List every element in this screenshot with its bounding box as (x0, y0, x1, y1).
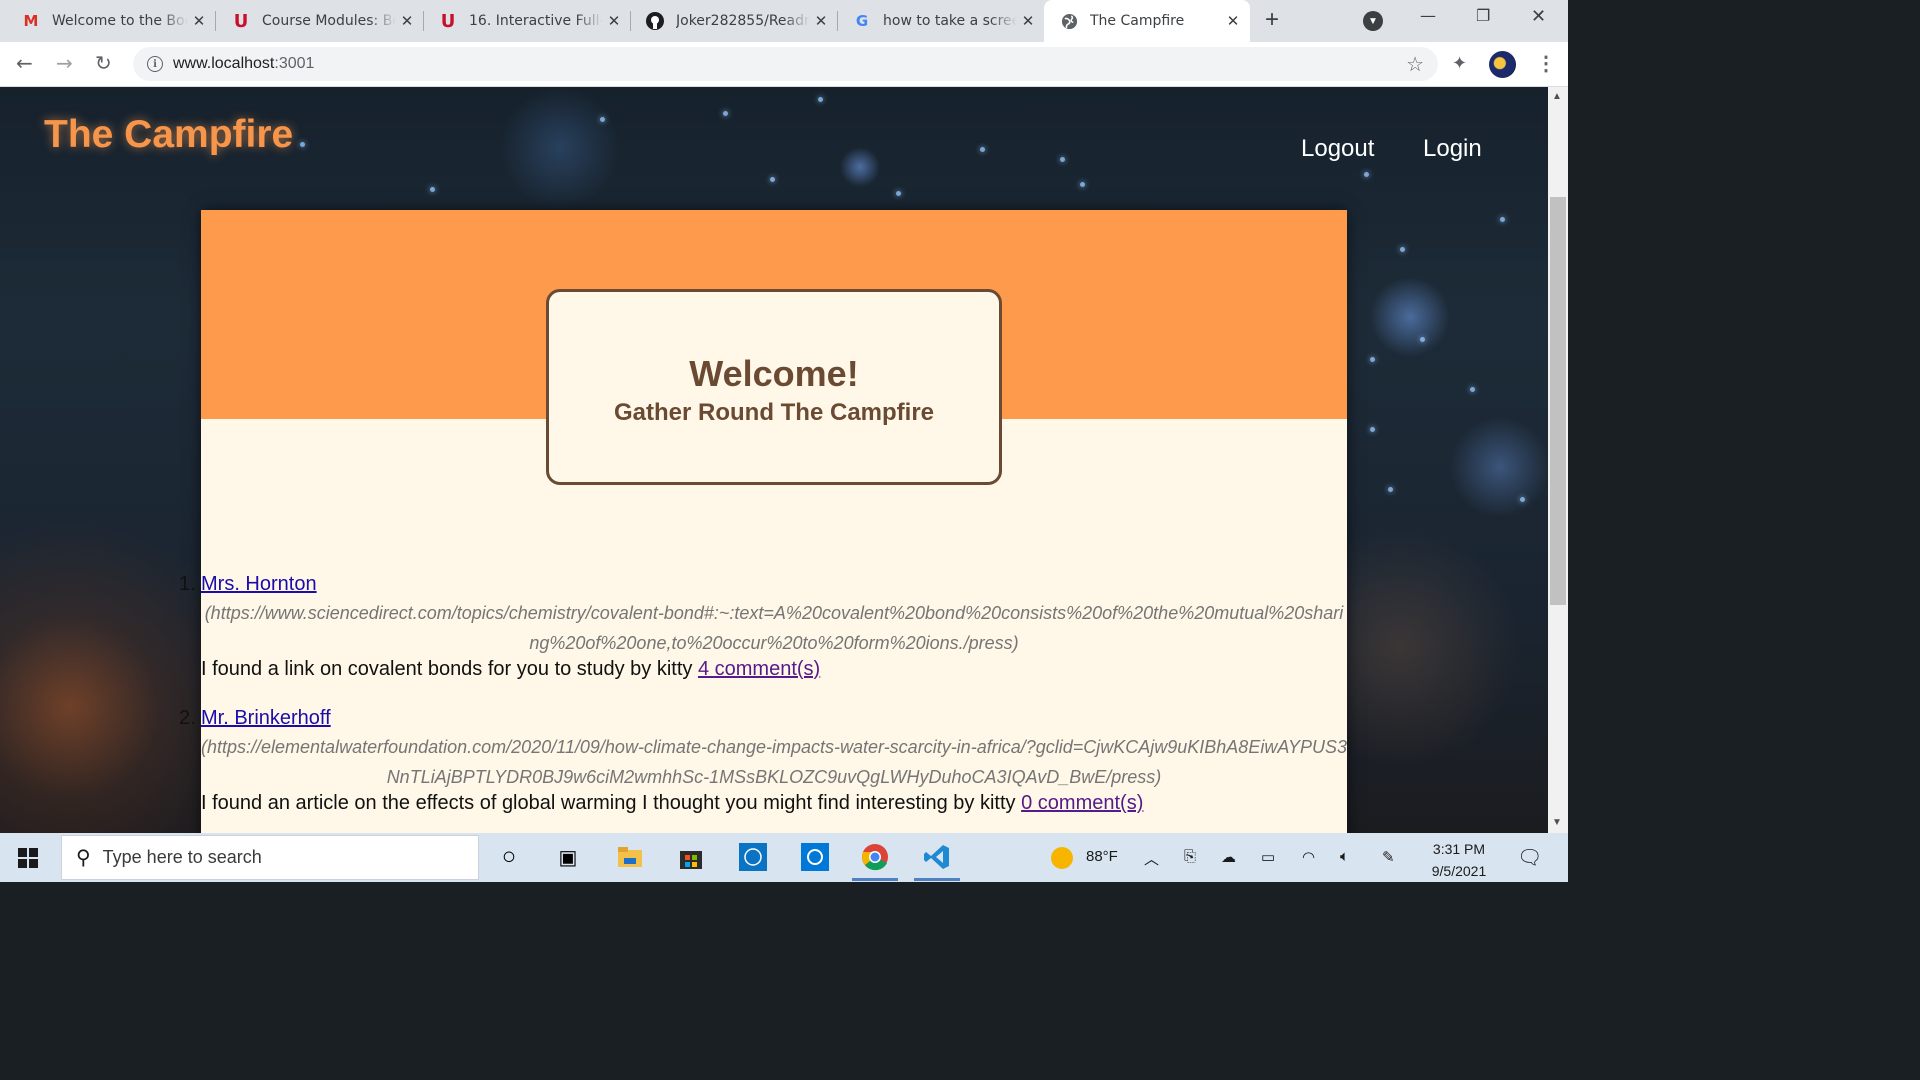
scroll-up-icon[interactable]: ▲ (1552, 91, 1562, 102)
list-item: 2. Mr. Brinkerhoff (https://elementalwat… (179, 707, 1348, 815)
address-bar[interactable]: i www.localhost:3001 ☆ (133, 47, 1438, 81)
restore-icon[interactable]: ❐ (1476, 6, 1490, 25)
utah-u-icon: U (440, 10, 456, 32)
profile-avatar[interactable] (1489, 51, 1516, 78)
comments-link[interactable]: 0 comment(s) (1021, 792, 1143, 814)
task-view-icon[interactable]: ▣ (553, 842, 583, 872)
meet-now-icon[interactable]: ⎘ (1184, 848, 1196, 865)
clock-date: 9/5/2021 (1431, 863, 1487, 879)
logout-link[interactable]: Logout (1301, 135, 1374, 163)
post-url: (https://elementalwaterfoundation.com/20… (201, 737, 1348, 787)
site-info-icon[interactable]: i (147, 56, 163, 72)
cortana-icon[interactable]: ○ (494, 842, 524, 872)
close-icon[interactable]: ✕ (603, 12, 625, 30)
tab-course-modules[interactable]: U Course Modules: Bootcamp ✕ (210, 0, 424, 42)
app-icon[interactable] (800, 842, 830, 872)
address-host: www.localhost (173, 55, 275, 72)
pen-icon[interactable]: ✎ (1382, 848, 1395, 866)
chrome-icon[interactable] (852, 842, 898, 881)
notifications-icon[interactable]: 🗨︎ (1517, 845, 1542, 870)
post-list: 1. Mrs. Hornton (https://www.sciencedire… (179, 573, 1348, 815)
window-close-icon[interactable]: ✕ (1531, 6, 1546, 27)
scrollbar-thumb[interactable] (1550, 197, 1566, 605)
tab-interactive-full-stack[interactable]: U 16. Interactive Full-Stack ✕ (417, 0, 631, 42)
windows-start-icon[interactable] (18, 848, 38, 868)
post-url: (https://www.sciencedirect.com/topics/ch… (204, 603, 1344, 653)
main-card: Welcome! Gather Round The Campfire 1. Mr… (179, 210, 1348, 833)
site-brand[interactable]: The Campfire (44, 113, 293, 157)
windows-taskbar: ⚲ Type here to search ○ ▣ 88°F ︿ ⎘ ☁ ▭ ◠… (0, 833, 1568, 882)
post-author-link[interactable]: Mr. Brinkerhoff (201, 707, 331, 729)
post-number: 2. (179, 707, 196, 729)
vscode-icon[interactable] (914, 842, 960, 881)
google-icon: G (855, 12, 869, 30)
tab-google-search[interactable]: G how to take a screenshot ✕ (831, 0, 1045, 42)
close-icon[interactable]: ✕ (1017, 12, 1039, 30)
tab-title: Course Modules: Bootcamp (262, 13, 396, 29)
microsoft-store-icon[interactable] (676, 842, 706, 872)
page-viewport: The Campfire Logout Login Welcome! Gathe… (0, 87, 1548, 833)
taskbar-search-box[interactable]: ⚲ Type here to search (61, 835, 479, 880)
close-icon[interactable]: ✕ (396, 12, 418, 30)
clock-time: 3:31 PM (1432, 841, 1486, 857)
search-icon: ⚲ (76, 847, 91, 869)
post-text: I found an article on the effects of glo… (201, 792, 1022, 814)
comments-link[interactable]: 4 comment(s) (698, 658, 820, 680)
page-scrollbar[interactable]: ▲ ▼ (1548, 87, 1568, 833)
address-port: :3001 (274, 55, 315, 72)
bookmark-star-icon[interactable]: ☆ (1406, 52, 1424, 77)
close-icon[interactable]: ✕ (1222, 12, 1244, 30)
tab-title: The Campfire (1090, 13, 1185, 29)
back-icon[interactable]: ← (16, 51, 33, 75)
show-hidden-icons-chevron-icon[interactable]: ︿ (1144, 848, 1159, 869)
weather-sun-icon[interactable] (1050, 846, 1074, 874)
list-item: 1. Mrs. Hornton (https://www.sciencedire… (179, 573, 1347, 681)
github-icon (646, 12, 664, 30)
menu-kebab-icon[interactable]: ⋮ (1536, 51, 1556, 76)
forward-icon[interactable]: → (56, 51, 73, 75)
wifi-icon[interactable]: ◠ (1302, 848, 1315, 866)
hero-subtitle: Gather Round The Campfire (613, 399, 935, 426)
dell-icon[interactable] (738, 842, 768, 872)
close-icon[interactable]: ✕ (810, 12, 832, 30)
volume-icon[interactable]: 🔈︎ (1340, 848, 1349, 865)
gmail-icon: M (23, 12, 39, 30)
tab-title: Joker282855/Readme (676, 13, 810, 29)
system-clock[interactable]: 3:31 PM 9/5/2021 (1424, 838, 1494, 882)
post-text: I found a link on covalent bonds for you… (201, 658, 698, 680)
battery-icon[interactable]: ▭ (1261, 848, 1275, 866)
extensions-puzzle-icon[interactable]: ✦ (1452, 53, 1467, 74)
close-icon[interactable]: ✕ (188, 12, 210, 30)
scroll-down-icon[interactable]: ▼ (1552, 817, 1562, 828)
tab-gmail[interactable]: M Welcome to the Bootcamp ✕ (0, 0, 216, 42)
welcome-box: Welcome! Gather Round The Campfire (546, 289, 1002, 485)
minimize-icon[interactable]: — (1420, 6, 1436, 25)
file-explorer-icon[interactable] (615, 842, 645, 872)
post-number: 1. (179, 573, 196, 595)
globe-icon (1060, 12, 1078, 30)
utah-u-icon: U (233, 10, 249, 32)
browser-tab-strip: M Welcome to the Bootcamp ✕ U Course Mod… (0, 0, 1568, 42)
tab-search-icon[interactable]: ▼ (1363, 11, 1383, 31)
login-link[interactable]: Login (1423, 135, 1482, 163)
tab-the-campfire[interactable]: The Campfire ✕ (1044, 0, 1250, 42)
post-author-link[interactable]: Mrs. Hornton (201, 573, 317, 595)
post-description: I found a link on covalent bonds for you… (201, 658, 1347, 681)
tab-title: 16. Interactive Full-Stack (469, 13, 603, 29)
tab-title: how to take a screenshot (883, 13, 1017, 29)
reload-icon[interactable]: ↻ (95, 51, 112, 75)
weather-temperature[interactable]: 88°F (1086, 848, 1118, 865)
search-placeholder: Type here to search (102, 847, 262, 867)
onedrive-cloud-icon[interactable]: ☁ (1221, 848, 1236, 866)
browser-toolbar: ← → ↻ i www.localhost:3001 ☆ ✦ ⋮ (0, 42, 1568, 87)
tab-github[interactable]: Joker282855/Readme ✕ (624, 0, 838, 42)
tab-title: Welcome to the Bootcamp (52, 13, 188, 29)
post-description: I found an article on the effects of glo… (201, 792, 1347, 815)
new-tab-button[interactable]: + (1265, 8, 1279, 32)
hero-title: Welcome! (689, 353, 859, 394)
